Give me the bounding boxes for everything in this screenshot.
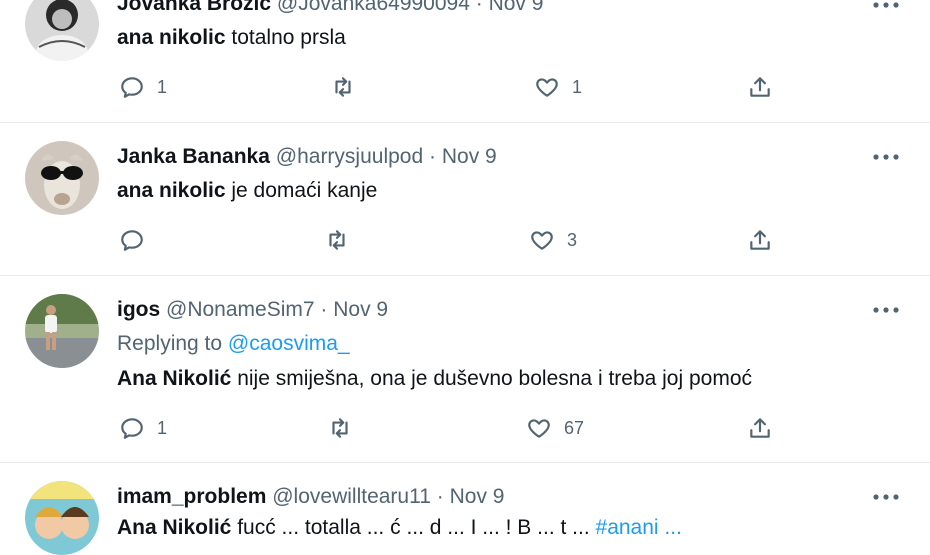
like-count: 67 <box>564 417 585 438</box>
tweet-body: je domaći kanje <box>225 179 378 202</box>
reply-count: 1 <box>157 76 168 97</box>
mentioned-name: Ana Nikolić <box>117 367 232 390</box>
separator-dot: · <box>436 485 444 508</box>
tweet-2[interactable]: Janka Bananka @harrysjuulpod · Nov 9 ana… <box>0 123 930 275</box>
separator-dot: · <box>475 0 483 15</box>
share-button[interactable] <box>747 415 773 441</box>
user-handle[interactable]: @Jovanka64990094 <box>277 0 470 15</box>
separator-dot: · <box>320 298 328 321</box>
tweet-header: Jovanka Brozic @Jovanka64990094 · Nov 9 <box>117 0 543 17</box>
retweet-button[interactable] <box>330 74 368 100</box>
reply-count: 1 <box>157 417 168 438</box>
more-options-icon[interactable] <box>872 0 900 10</box>
tweet-body: nije smiješna, ona je duševno bolesna i … <box>231 367 753 390</box>
heart-icon <box>528 419 550 438</box>
retweet-icon <box>329 230 345 250</box>
reply-icon <box>121 77 143 98</box>
reply-button[interactable]: 1 <box>119 415 167 441</box>
like-button[interactable]: 1 <box>534 74 582 100</box>
tweet-text: Ana Nikolić nije smiješna, ona je duševn… <box>117 366 752 392</box>
tweet-4[interactable]: imam_problem @lovewilltearu11 · Nov 9 An… <box>0 463 930 555</box>
tweet-date[interactable]: Nov 9 <box>489 0 544 15</box>
mentioned-name: Ana Nikolić <box>117 516 232 539</box>
like-count: 3 <box>567 229 578 250</box>
share-button[interactable] <box>747 227 773 253</box>
reply-button[interactable] <box>119 227 157 253</box>
separator-dot: · <box>429 145 436 168</box>
hashtag-link[interactable]: #anani ... <box>596 516 682 539</box>
tweet-header: imam_problem @lovewilltearu11 · Nov 9 <box>117 484 504 510</box>
user-handle[interactable]: @harrysjuulpod <box>276 145 423 168</box>
user-handle[interactable]: @NonameSim7 <box>166 298 315 321</box>
tweet-date[interactable]: Nov 9 <box>450 485 505 508</box>
tweet-1[interactable]: Jovanka Brozic @Jovanka64990094 · Nov 9 … <box>0 0 930 122</box>
heart-icon <box>536 78 558 97</box>
replying-to: Replying to @caosvima_ <box>117 331 350 357</box>
tweet-text: ana nikolic totalno prsla <box>117 25 346 51</box>
tweet-body: fucć ... totalla ... ć ... d ... I ... !… <box>231 516 590 539</box>
like-button[interactable]: 67 <box>526 415 584 441</box>
like-count: 1 <box>572 76 583 97</box>
display-name[interactable]: igos <box>117 298 160 321</box>
tweet-header: Janka Bananka @harrysjuulpod · Nov 9 <box>117 144 497 170</box>
more-options-icon[interactable] <box>872 305 900 315</box>
display-name[interactable]: Janka Bananka <box>117 145 270 168</box>
reply-button[interactable]: 1 <box>119 74 167 100</box>
share-icon <box>750 418 770 438</box>
share-button[interactable] <box>747 74 773 100</box>
retweet-button[interactable] <box>327 415 365 441</box>
avatar-imam-problem[interactable] <box>25 481 99 555</box>
heart-icon <box>531 231 553 250</box>
tweet-3[interactable]: igos @NonameSim7 · Nov 9 Replying to @ca… <box>0 276 930 462</box>
replying-to-label: Replying to <box>117 332 223 355</box>
more-options-icon[interactable] <box>872 492 900 502</box>
mentioned-name: ana nikolic <box>117 179 226 202</box>
user-handle[interactable]: @lovewilltearu11 <box>272 485 431 508</box>
display-name[interactable]: Jovanka Brozic <box>117 0 271 15</box>
tweet-date[interactable]: Nov 9 <box>333 298 388 321</box>
tweet-header: igos @NonameSim7 · Nov 9 <box>117 297 388 323</box>
replying-to-handle[interactable]: @caosvima_ <box>228 332 350 355</box>
mentioned-name: ana nikolic <box>117 26 226 49</box>
tweet-timeline: Jovanka Brozic @Jovanka64990094 · Nov 9 … <box>0 0 930 555</box>
avatar-igos[interactable] <box>25 294 99 368</box>
reply-icon <box>121 418 143 439</box>
reply-icon <box>121 230 143 251</box>
retweet-button[interactable] <box>324 227 362 253</box>
more-options-icon[interactable] <box>872 152 900 162</box>
like-button[interactable]: 3 <box>529 227 577 253</box>
share-icon <box>750 77 770 97</box>
tweet-body: totalno prsla <box>225 26 346 49</box>
avatar-jovanka[interactable] <box>25 0 99 61</box>
retweet-icon <box>332 418 348 438</box>
tweet-text: ana nikolic je domaći kanje <box>117 178 377 204</box>
display-name[interactable]: imam_problem <box>117 485 266 508</box>
tweet-text: Ana Nikolić fucć ... totalla ... ć ... d… <box>117 515 682 541</box>
avatar-janka[interactable] <box>25 141 99 215</box>
retweet-icon <box>335 77 351 97</box>
tweet-date[interactable]: Nov 9 <box>442 145 497 168</box>
share-icon <box>750 230 770 250</box>
